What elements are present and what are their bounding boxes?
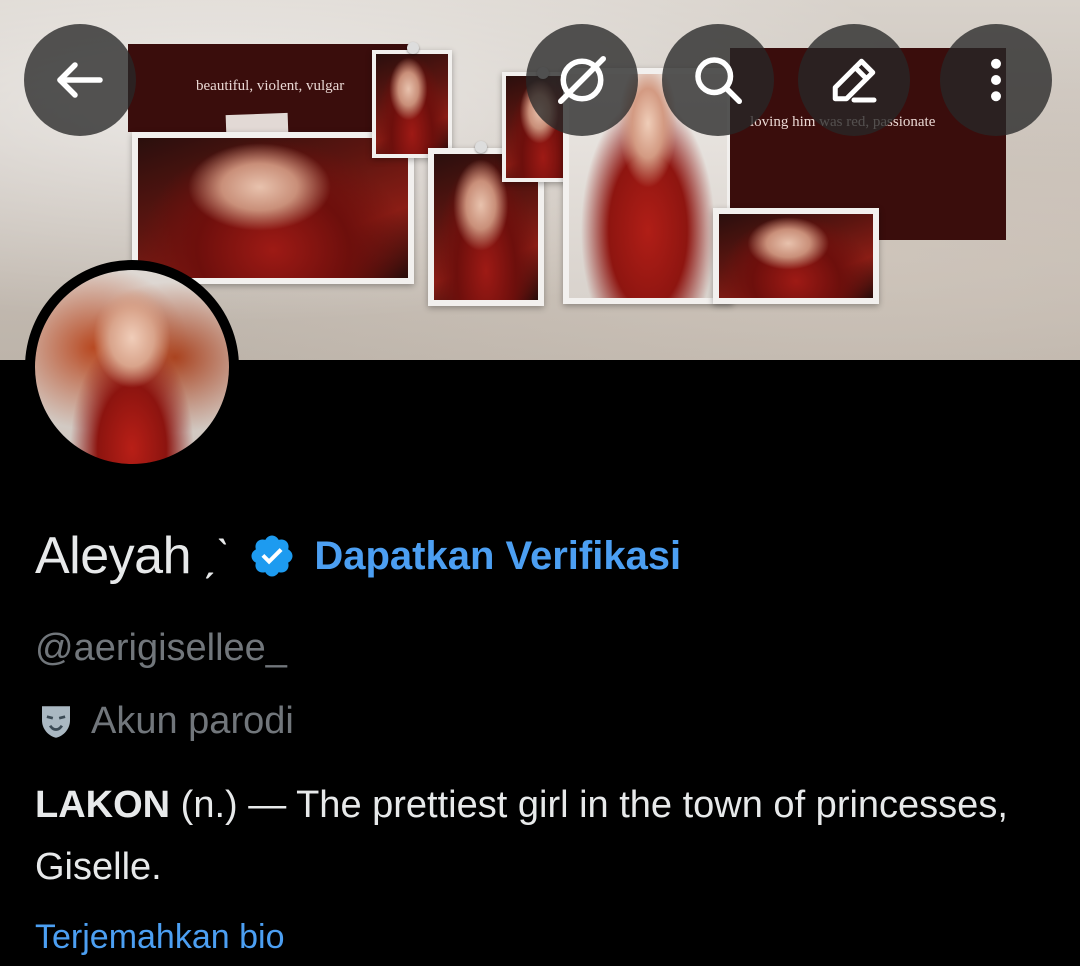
- parody-label-text: Akun parodi: [91, 700, 294, 742]
- bio-term: LAKON: [35, 784, 171, 826]
- parody-account-label[interactable]: Akun parodi: [35, 700, 294, 743]
- name-decoration: ˏˋ: [201, 531, 231, 580]
- more-vertical-icon: [991, 58, 1001, 102]
- grok-button[interactable]: [526, 24, 638, 136]
- theater-mask-icon: [42, 705, 70, 738]
- bio-definition: (n.) — The prettiest girl in the town of…: [35, 784, 1008, 888]
- get-verified-link[interactable]: Dapatkan Verifikasi: [314, 534, 681, 579]
- banner-caption-left: beautiful, violent, vulgar: [196, 78, 345, 94]
- edit-button[interactable]: [798, 24, 910, 136]
- banner-pin: [407, 42, 419, 54]
- verified-badge-icon[interactable]: [248, 532, 296, 580]
- name-row: Aleyah ˏˋ Dapatkan Verifikasi: [35, 520, 681, 592]
- display-name: Aleyah: [35, 527, 192, 585]
- avatar-image: [35, 270, 229, 464]
- search-icon: [695, 57, 742, 104]
- search-button[interactable]: [662, 24, 774, 136]
- username-handle: @aerigisellee_: [35, 627, 287, 669]
- profile-avatar[interactable]: [25, 260, 239, 474]
- arrow-left-icon: [57, 62, 103, 98]
- banner-pin: [475, 141, 487, 153]
- more-button[interactable]: [940, 24, 1052, 136]
- pencil-icon: [832, 58, 877, 103]
- grok-slash-icon: [558, 56, 606, 104]
- translate-bio-link[interactable]: Terjemahkan bio: [35, 918, 284, 957]
- banner-photo-2: [372, 50, 452, 158]
- banner-photo-6: [713, 208, 879, 304]
- back-button[interactable]: [24, 24, 136, 136]
- profile-bio: LAKON (n.) — The prettiest girl in the t…: [35, 774, 1045, 898]
